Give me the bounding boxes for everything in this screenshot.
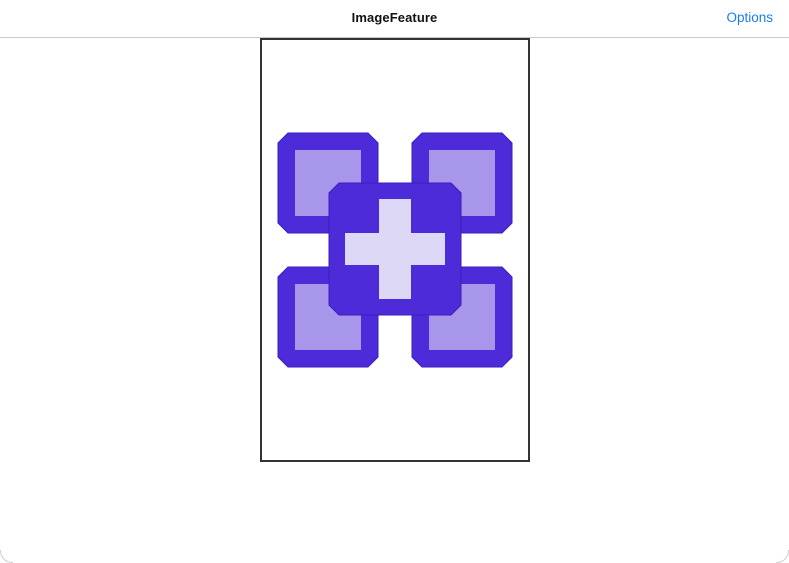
- screen-corner-left: [0, 550, 13, 563]
- page-title: ImageFeature: [351, 10, 438, 25]
- app-screen: ImageFeature Options: [0, 0, 789, 563]
- options-button[interactable]: Options: [726, 10, 773, 25]
- image-view: [260, 38, 530, 462]
- four-squares-plus-icon: [277, 132, 513, 368]
- navigation-bar: ImageFeature Options: [0, 0, 789, 38]
- screen-corner-right: [776, 550, 789, 563]
